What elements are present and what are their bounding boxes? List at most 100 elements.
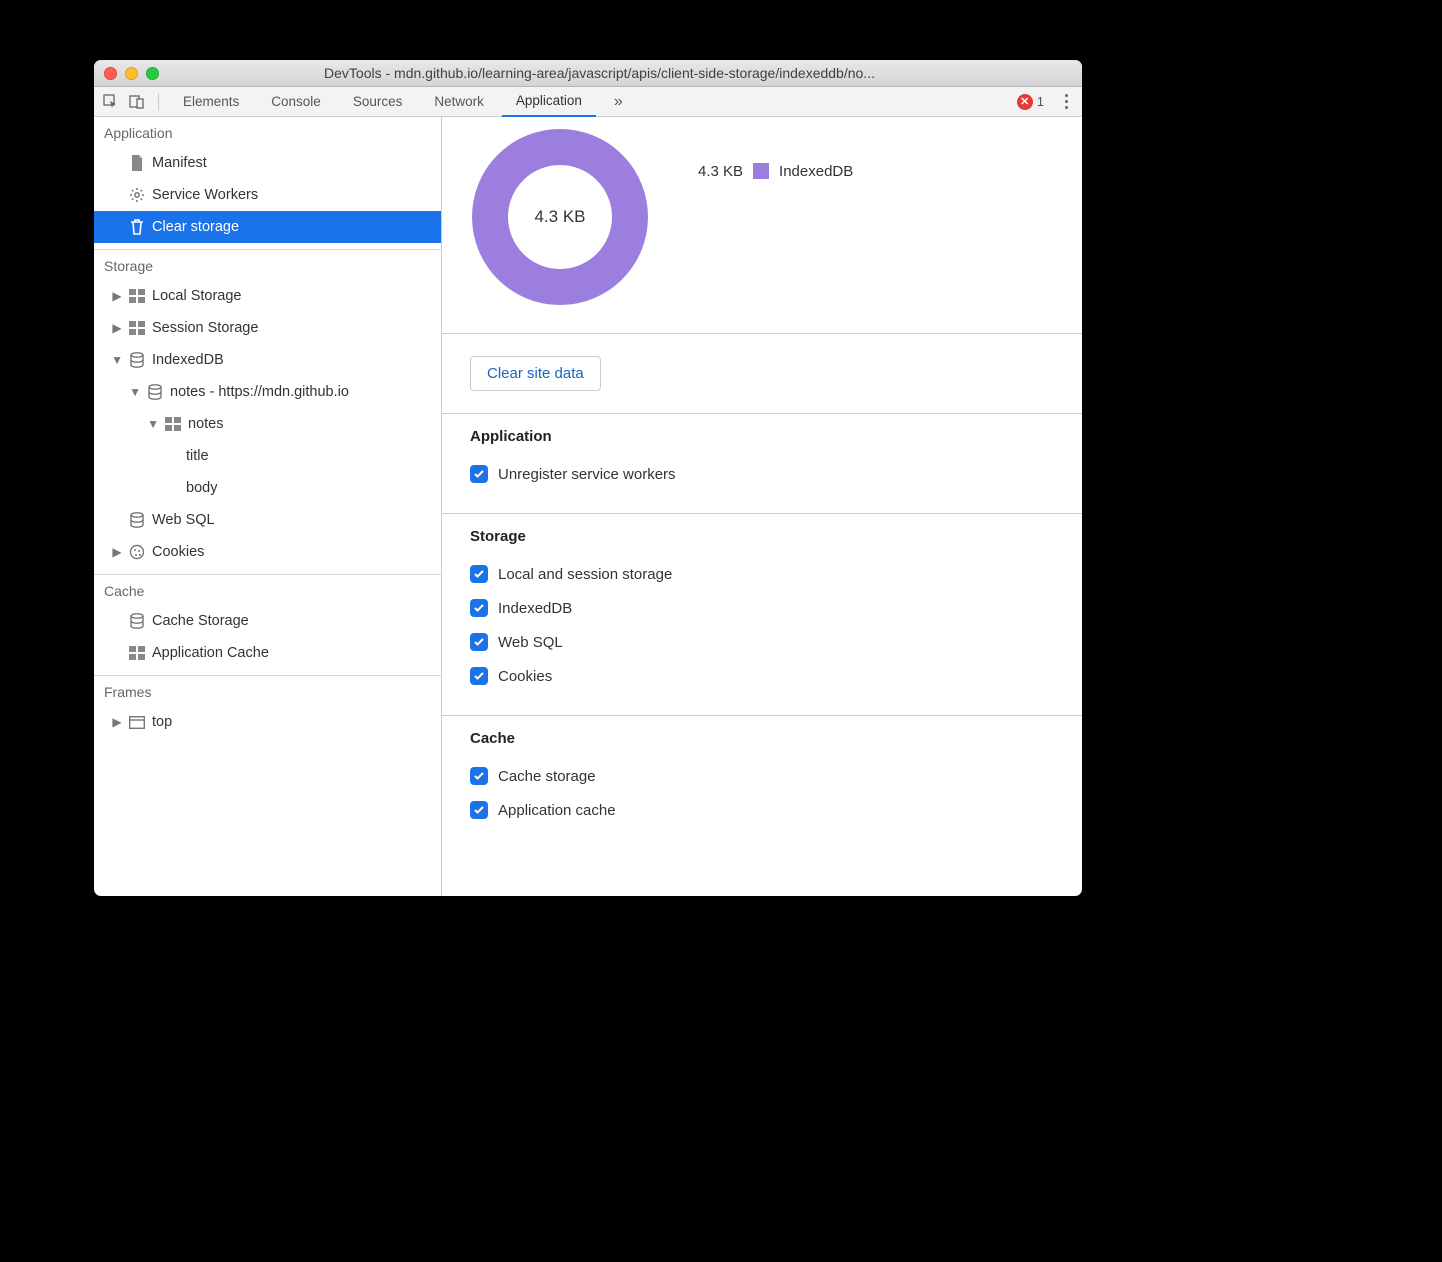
devtools-window: DevTools - mdn.github.io/learning-area/j… [94,60,1082,896]
checkbox-label: Cookies [498,668,552,685]
checkbox-label: Web SQL [498,634,563,651]
checkbox-cache-storage[interactable]: Cache storage [470,759,1054,793]
sidebar-item-service-workers[interactable]: Service Workers [94,179,441,211]
sidebar-item-websql[interactable]: Web SQL [94,504,441,536]
sidebar-item-application-cache[interactable]: Application Cache [94,637,441,669]
sidebar-item-cookies[interactable]: ▶ Cookies [94,536,441,568]
sidebar-item-session-storage[interactable]: ▶ Session Storage [94,312,441,344]
checkbox-checked-icon [470,599,488,617]
checkbox-cookies[interactable]: Cookies [470,659,1054,693]
section-cache: Cache [94,575,441,605]
tab-elements[interactable]: Elements [169,87,253,117]
table-icon [128,319,146,337]
checkbox-label: Application cache [498,802,616,819]
titlebar: DevTools - mdn.github.io/learning-area/j… [94,60,1082,87]
tab-console[interactable]: Console [257,87,335,117]
chevron-right-icon: ▶ [112,545,122,559]
checkbox-websql[interactable]: Web SQL [470,625,1054,659]
error-count: 1 [1037,94,1044,109]
sidebar-item-label: notes [188,416,223,432]
table-icon [164,415,182,433]
sidebar-item-clear-storage[interactable]: Clear storage [94,211,441,243]
tab-sources[interactable]: Sources [339,87,417,117]
chevron-down-icon: ▼ [130,385,140,399]
table-icon [128,287,146,305]
sidebar-item-label: Web SQL [152,512,215,528]
checkbox-indexeddb[interactable]: IndexedDB [470,591,1054,625]
database-icon [128,351,146,369]
error-badge[interactable]: ✕ 1 [1017,94,1044,110]
tab-application[interactable]: Application [502,87,596,117]
sidebar-item-label: Manifest [152,155,207,171]
sidebar-item-label: Service Workers [152,187,258,203]
checkbox-label: Cache storage [498,768,596,785]
menu-icon[interactable] [1056,94,1076,109]
sidebar: Application Manifest Service Workers Cle… [94,117,442,896]
sidebar-item-manifest[interactable]: Manifest [94,147,441,179]
section-frames: Frames [94,676,441,706]
main-panel: 4.3 KB 4.3 KB IndexedDB Clear site data … [442,117,1082,896]
chart-center-label: 4.3 KB [470,127,650,307]
devtools-toolbar: Elements Console Sources Network Applica… [94,87,1082,117]
sidebar-item-label: IndexedDB [152,352,224,368]
device-toggle-icon[interactable] [126,91,148,113]
sidebar-item-field-body[interactable]: body [94,472,441,504]
error-icon: ✕ [1017,94,1033,110]
checkbox-checked-icon [470,667,488,685]
chart-legend: 4.3 KB IndexedDB [698,163,853,180]
sidebar-item-label: Clear storage [152,219,239,235]
checkbox-label: Local and session storage [498,566,672,583]
sidebar-item-label: Cache Storage [152,613,249,629]
checkbox-checked-icon [470,465,488,483]
inspect-icon[interactable] [100,91,122,113]
storage-donut-chart: 4.3 KB [470,127,650,307]
sidebar-item-field-title[interactable]: title [94,440,441,472]
checkbox-checked-icon [470,633,488,651]
checkbox-local-session[interactable]: Local and session storage [470,557,1054,591]
checkbox-label: IndexedDB [498,600,572,617]
close-icon[interactable] [104,67,117,80]
separator [158,93,159,111]
group-cache: Cache Cache storage Application cache [442,716,1082,849]
checkbox-label: Unregister service workers [498,466,676,483]
sidebar-item-label: Local Storage [152,288,241,304]
group-storage: Storage Local and session storage Indexe… [442,514,1082,715]
legend-swatch [753,163,769,179]
table-icon [128,644,146,662]
group-title: Cache [470,730,1054,747]
sidebar-item-local-storage[interactable]: ▶ Local Storage [94,280,441,312]
chevron-right-icon: ▶ [112,321,122,335]
tab-network[interactable]: Network [420,87,498,117]
sidebar-item-store-notes[interactable]: ▼ notes [94,408,441,440]
chevron-down-icon: ▼ [112,353,122,367]
group-title: Application [470,428,1054,445]
database-icon [128,612,146,630]
section-application: Application [94,117,441,147]
database-icon [128,511,146,529]
frame-icon [128,713,146,731]
tab-overflow[interactable]: » [600,87,637,117]
group-application: Application Unregister service workers [442,414,1082,513]
cookie-icon [128,543,146,561]
group-title: Storage [470,528,1054,545]
storage-chart-row: 4.3 KB 4.3 KB IndexedDB [442,117,1082,333]
sidebar-item-top-frame[interactable]: ▶ top [94,706,441,738]
sidebar-item-db-notes[interactable]: ▼ notes - https://mdn.github.io [94,376,441,408]
checkbox-checked-icon [470,565,488,583]
sidebar-item-indexeddb[interactable]: ▼ IndexedDB [94,344,441,376]
checkbox-checked-icon [470,801,488,819]
section-storage: Storage [94,250,441,280]
sidebar-item-cache-storage[interactable]: Cache Storage [94,605,441,637]
checkbox-unregister-sw[interactable]: Unregister service workers [470,457,1054,491]
checkbox-checked-icon [470,767,488,785]
trash-icon [128,218,146,236]
document-icon [128,154,146,172]
sidebar-item-label: Cookies [152,544,204,560]
legend-value: 4.3 KB [698,163,743,180]
gear-icon [128,186,146,204]
chevron-right-icon: ▶ [112,289,122,303]
database-icon [146,383,164,401]
window-title: DevTools - mdn.github.io/learning-area/j… [127,65,1072,81]
checkbox-application-cache[interactable]: Application cache [470,793,1054,827]
clear-site-data-button[interactable]: Clear site data [470,356,601,391]
